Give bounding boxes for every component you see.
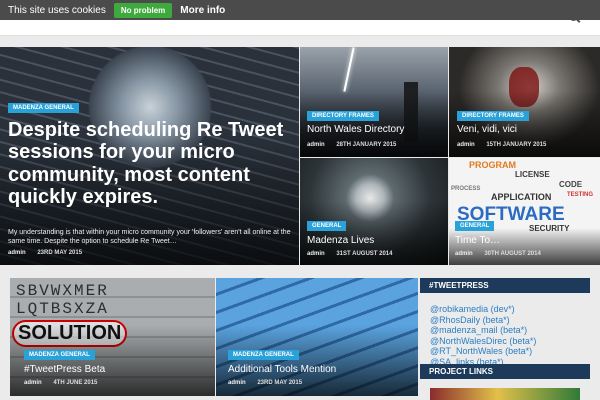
tile-title[interactable]: Time To… [455,235,500,246]
category-badge[interactable]: MADENZA GENERAL [24,350,95,360]
cookie-accept-button[interactable]: No problem [113,2,173,18]
post-author[interactable]: admin [24,380,42,386]
word-cloud-word: PROGRAM [469,160,516,170]
post-title[interactable]: Additional Tools Mention [228,364,336,375]
word-cloud-word: LICENSE [515,170,550,179]
tweet-account-link[interactable]: @madenza_mail (beta*) [430,325,595,336]
post-author[interactable]: admin [307,251,325,257]
category-badge[interactable]: DIRECTORY FRAMES [307,111,379,121]
post-date: 23RD MAY 2015 [257,380,303,386]
featured-hero-tile[interactable]: MADENZA GENERAL Despite scheduling Re Tw… [0,47,299,265]
lightning-image [343,47,355,92]
cookie-bar: This site uses cookies No problem More i… [0,0,600,20]
post-date: 28TH JANUARY 2015 [336,142,397,148]
post-meta: admin 23RD MAY 2015 [8,250,82,256]
tile-title[interactable]: Madenza Lives [307,235,374,246]
category-badge[interactable]: DIRECTORY FRAMES [457,111,529,121]
word-cloud-word: TESTING [567,192,594,198]
featured-tile-north-wales[interactable]: DIRECTORY FRAMES North Wales Directory a… [300,47,448,157]
post-tile-tweetpress-beta[interactable]: SBVWXMERLQTBSXZA SOLUTION MADENZA GENERA… [10,278,215,396]
featured-tile-madenza-lives[interactable]: GENERAL Madenza Lives admin 31ST AUGUST … [300,158,448,265]
tweet-account-link[interactable]: @NorthWalesDirec (beta*) [430,336,595,347]
post-meta: admin 28TH JANUARY 2015 [307,142,396,148]
cookie-more-info-link[interactable]: More info [180,5,225,16]
post-meta: admin 30TH AUGUST 2014 [455,251,541,257]
featured-hero-excerpt: My understanding is that within your mic… [8,229,291,246]
featured-hero-title[interactable]: Despite scheduling Re Tweet sessions for… [8,119,288,209]
word-cloud-word: CODE [559,180,583,189]
post-date: 4TH JUNE 2015 [53,380,98,386]
post-author[interactable]: admin [457,142,475,148]
post-title[interactable]: #TweetPress Beta [24,364,105,375]
tile-overlay [449,227,600,265]
post-date: 23RD MAY 2015 [37,250,83,256]
project-links-widget-title: PROJECT LINKS [420,364,590,379]
post-author[interactable]: admin [228,380,246,386]
page: This site uses cookies No problem More i… [0,0,600,400]
post-tile-additional-tools[interactable]: MADENZA GENERAL Additional Tools Mention… [216,278,418,396]
keyboard-letters-image: SBVWXMER LQTBSXZA [16,282,109,319]
category-badge[interactable]: MADENZA GENERAL [228,350,299,360]
category-badge[interactable]: GENERAL [307,221,347,231]
post-author[interactable]: admin [455,251,473,257]
featured-tile-veni[interactable]: DIRECTORY FRAMES Veni, vidi, vici admin … [449,47,600,157]
post-date: 30TH AUGUST 2014 [484,251,541,257]
post-date: 15TH JANUARY 2015 [486,142,547,148]
tile-title[interactable]: North Wales Directory [307,124,404,135]
tweet-account-link[interactable]: @RhosDaily (beta*) [430,315,595,326]
post-meta: admin 15TH JANUARY 2015 [457,142,546,148]
tweet-account-link[interactable]: @RT_NorthWales (beta*) [430,346,595,357]
tweetpress-widget-title: #TWEETPRESS [420,278,590,293]
featured-tile-time-to[interactable]: PROGRAM LICENSE APPLICATION SOFTWARE SEC… [449,158,600,265]
post-date: 31ST AUGUST 2014 [336,251,393,257]
word-cloud-word: APPLICATION [491,192,552,202]
tweet-account-link[interactable]: @robikamedia (dev*) [430,304,595,315]
word-cloud-word: PROCESS [451,186,481,192]
post-meta: admin 4TH JUNE 2015 [24,380,97,386]
post-author[interactable]: admin [307,142,325,148]
project-link-thumbnail[interactable] [430,388,580,400]
post-author[interactable]: admin [8,250,26,256]
post-meta: admin 31ST AUGUST 2014 [307,251,392,257]
tweet-account-list: @robikamedia (dev*) @RhosDaily (beta*) @… [430,304,595,367]
tile-title[interactable]: Veni, vidi, vici [457,124,517,135]
category-badge[interactable]: GENERAL [455,221,495,231]
post-meta: admin 23RD MAY 2015 [228,380,302,386]
category-badge[interactable]: MADENZA GENERAL [8,103,79,113]
cookie-message: This site uses cookies [8,4,106,16]
